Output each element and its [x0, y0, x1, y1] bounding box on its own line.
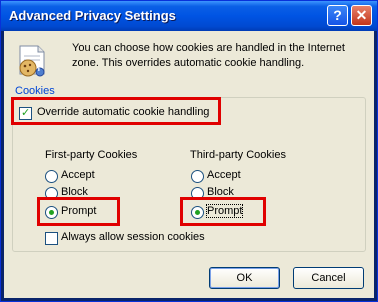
session-cookies-label[interactable]: Always allow session cookies	[61, 231, 205, 243]
dialog-window: Advanced Privacy Settings ? ✕ You can ch…	[0, 0, 378, 302]
intro-text: You can choose how cookies are handled i…	[72, 42, 345, 69]
window-title: Advanced Privacy Settings	[9, 8, 176, 23]
close-icon: ✕	[355, 7, 368, 23]
highlight-override	[11, 97, 221, 125]
help-button[interactable]: ?	[327, 5, 348, 26]
cookie-settings-icon	[19, 45, 45, 77]
first-party-accept-radio[interactable]	[45, 170, 58, 183]
help-icon: ?	[333, 7, 342, 23]
cancel-button[interactable]: Cancel	[293, 267, 364, 289]
title-bar[interactable]: Advanced Privacy Settings ? ✕	[1, 1, 377, 31]
dialog-body: You can choose how cookies are handled i…	[4, 31, 374, 298]
highlight-third-party-prompt	[180, 197, 266, 226]
close-button[interactable]: ✕	[351, 5, 372, 26]
first-party-heading: First-party Cookies	[45, 149, 138, 161]
third-party-accept-radio[interactable]	[191, 170, 204, 183]
session-cookies-checkbox[interactable]	[45, 232, 58, 245]
cookies-group-label: Cookies	[13, 85, 57, 97]
highlight-first-party-prompt	[37, 197, 120, 226]
ok-button[interactable]: OK	[209, 267, 280, 289]
third-party-heading: Third-party Cookies	[190, 149, 286, 161]
third-party-accept-label[interactable]: Accept	[207, 169, 241, 181]
first-party-accept-label[interactable]: Accept	[61, 169, 95, 181]
